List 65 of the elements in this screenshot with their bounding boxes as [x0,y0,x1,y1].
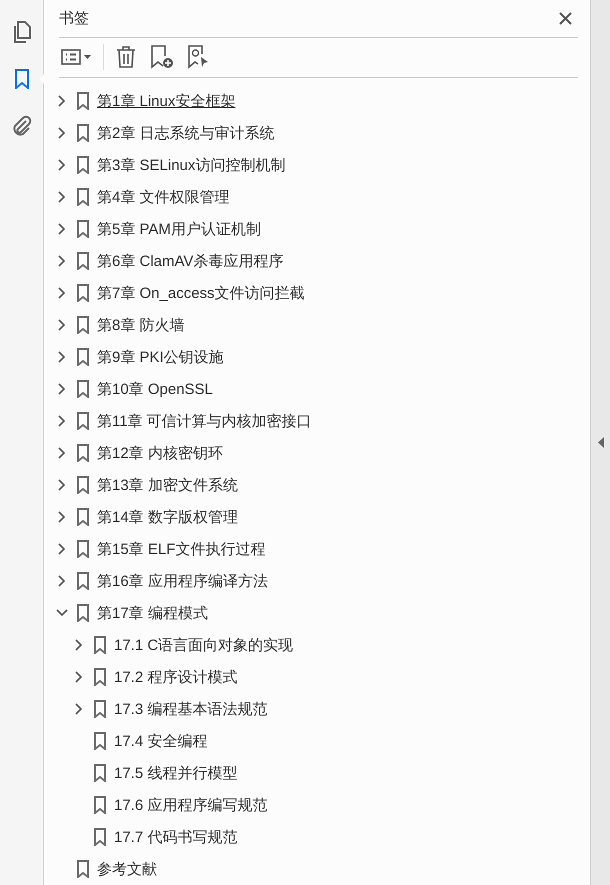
bookmark-item[interactable]: 第16章 应用程序编译方法 [97,570,268,592]
bookmark-icon [77,412,89,430]
bookmark-icon [77,284,89,302]
bookmark-icon [94,828,106,846]
bookmark-icon [94,700,106,718]
bookmark-icon [77,380,89,398]
bookmark-item[interactable]: 17.4 安全编程 [114,730,208,752]
bookmark-item[interactable]: 第17章 编程模式 [97,602,208,624]
bookmark-icon [77,540,89,558]
bookmark-icon [77,156,89,174]
bookmark-item[interactable]: 第12章 内核密钥环 [97,442,223,464]
bookmark-icon [77,316,89,334]
trash-icon [116,46,136,68]
bookmark-item[interactable]: 第11章 可信计算与内核加密接口 [97,410,312,432]
bookmark-icon [77,348,89,366]
bookmark-icon [77,444,89,462]
bookmark-icon [77,604,89,622]
bookmark-item[interactable]: 第5章 PAM用户认证机制 [97,218,261,240]
bookmark-add-icon [150,45,174,70]
panel-title: 书签 [59,8,89,28]
bookmark-item[interactable]: 第15章 ELF文件执行过程 [97,538,266,560]
bookmark-item[interactable]: 第14章 数字版权管理 [97,506,238,528]
bookmark-item[interactable]: 第9章 PKI公钥设施 [97,346,224,368]
bookmark-item[interactable]: 17.6 应用程序编写规范 [114,794,268,816]
delete-button[interactable] [114,44,138,70]
bookmark-icon [77,188,89,206]
bookmark-icon [77,220,89,238]
bookmark-icon [14,69,28,89]
bookmark-item[interactable]: 第2章 日志系统与审计系统 [97,122,275,144]
bookmark-item[interactable]: 第13章 加密文件系统 [97,474,238,496]
bookmark-item[interactable]: 第3章 SELinux访问控制机制 [97,154,286,176]
close-icon [559,12,572,25]
close-button[interactable] [557,10,574,27]
bookmark-item[interactable]: 第8章 防火墙 [97,314,185,336]
new-bookmark-button[interactable] [148,43,176,72]
bookmark-icon [77,860,89,878]
bookmark-icon [94,668,106,686]
bookmark-item[interactable]: 第1章 Linux安全框架 [97,90,236,112]
bookmark-icon [94,636,106,654]
bookmark-item[interactable]: 17.2 程序设计模式 [114,666,238,688]
bookmark-icon [77,508,89,526]
bookmark-icon [77,572,89,590]
bookmark-item[interactable]: 第6章 ClamAV杀毒应用程序 [97,250,284,272]
bookmark-icon [94,732,106,750]
paperclip-icon [12,115,32,137]
bookmark-icon [77,476,89,494]
bookmark-item[interactable]: 第10章 OpenSSL [97,378,213,400]
pages-icon [12,21,32,43]
bookmark-icon [77,92,89,110]
caret-icon [84,55,91,60]
bookmark-cursor-icon [188,45,210,70]
bookmark-icon [94,796,106,814]
bookmark-icon [77,252,89,270]
options-menu-button[interactable] [59,47,93,68]
bookmark-icon [94,764,106,782]
bookmark-item[interactable]: 17.5 线程并行模型 [114,762,238,784]
bookmark-item[interactable]: 参考文献 [97,858,157,880]
list-icon [61,49,81,66]
bookmark-item[interactable]: 第4章 文件权限管理 [97,186,230,208]
bookmark-icon [77,124,89,142]
bookmark-item[interactable]: 17.7 代码书写规范 [114,826,238,848]
collapse-arrow-icon[interactable] [598,437,604,448]
bookmark-item[interactable]: 17.1 C语言面向对象的实现 [114,634,294,656]
bookmark-item[interactable]: 第7章 On_access文件访问拦截 [97,282,305,304]
bookmark-item[interactable]: 17.3 编程基本语法规范 [114,698,268,720]
